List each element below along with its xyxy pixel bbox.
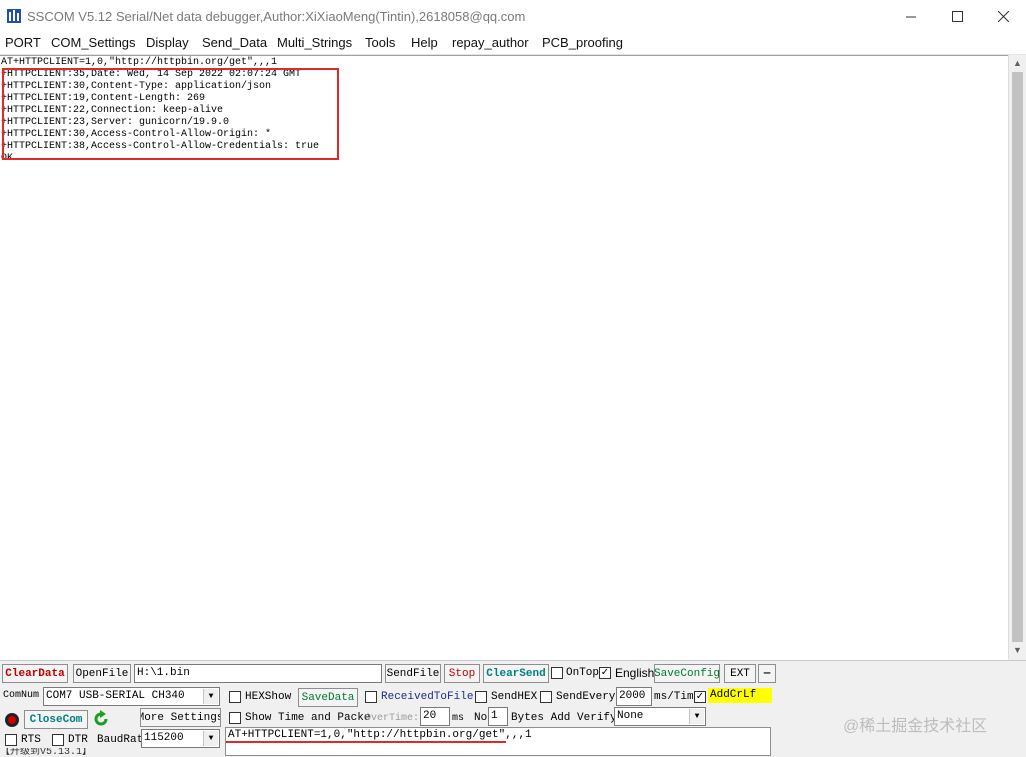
port-status-icon: [5, 713, 19, 727]
add-crlf-checkbox[interactable]: ✓: [694, 691, 706, 703]
menu-send-data[interactable]: Send_Data: [202, 35, 267, 50]
clear-send-button[interactable]: ClearSend: [483, 664, 549, 683]
on-top-checkbox[interactable]: [551, 667, 563, 679]
stop-button[interactable]: Stop: [444, 664, 480, 683]
watermark: @稀土掘金技术社区: [843, 718, 988, 735]
comnum-value: COM7 USB-SERIAL CH340: [46, 690, 185, 702]
chevron-down-icon[interactable]: ▼: [203, 731, 218, 746]
received-to-file-checkbox[interactable]: [365, 691, 377, 703]
ms-per-time-label: ms/Tim: [654, 691, 694, 703]
show-time-checkbox[interactable]: [229, 712, 241, 724]
baud-rate-value: 115200: [144, 732, 184, 744]
menu-bar: PORT COM_Settings Display Send_Data Mult…: [0, 33, 1026, 55]
send-file-button[interactable]: SendFile: [385, 664, 441, 683]
window-title: SSCOM V5.12 Serial/Net data debugger,Aut…: [27, 9, 526, 24]
send-every-label: SendEvery:: [556, 691, 623, 703]
menu-help[interactable]: Help: [411, 35, 438, 50]
hex-show-label: HEXShow: [245, 691, 292, 703]
add-crlf-label: AddCrLf: [708, 688, 772, 703]
app-icon: [7, 9, 21, 23]
menu-pcb-proofing[interactable]: PCB_proofing: [542, 35, 623, 50]
annotation-highlight-box: [2, 68, 339, 160]
close-icon: [997, 11, 1009, 22]
english-label: English: [615, 666, 655, 680]
hex-show-checkbox[interactable]: [229, 691, 241, 703]
save-config-button[interactable]: SaveConfig: [654, 664, 720, 683]
scrollbar-thumb[interactable]: [1012, 72, 1023, 642]
chevron-down-icon[interactable]: ▼: [203, 689, 218, 704]
refresh-icon[interactable]: [92, 710, 110, 728]
overtime-ms-label: ms: [452, 713, 465, 724]
maximize-button[interactable]: [934, 0, 980, 33]
scroll-up-icon[interactable]: ▲: [1013, 58, 1022, 68]
maximize-icon: [951, 11, 963, 22]
comnum-select[interactable]: COM7 USB-SERIAL CH340 ▼: [43, 687, 220, 706]
scroll-down-icon[interactable]: ▼: [1013, 645, 1022, 655]
rts-checkbox[interactable]: [5, 734, 17, 746]
terminal-scrollbar[interactable]: ▲ ▼: [1008, 55, 1026, 659]
collapse-button[interactable]: —: [758, 664, 776, 683]
overtime-label: OverTime:: [365, 713, 420, 724]
chevron-down-icon[interactable]: ▼: [689, 709, 704, 724]
no-label: No: [474, 712, 488, 724]
title-bar: SSCOM V5.12 Serial/Net data debugger,Aut…: [0, 0, 1026, 33]
menu-tools[interactable]: Tools: [365, 35, 395, 50]
minimize-icon: [905, 16, 916, 18]
received-to-file-label: ReceivedToFile: [381, 691, 474, 703]
comnum-label: ComNum: [3, 690, 40, 701]
no-input[interactable]: 1: [488, 707, 508, 726]
send-every-checkbox[interactable]: [540, 691, 552, 703]
send-hex-checkbox[interactable]: [475, 691, 487, 703]
save-data-button[interactable]: SaveData: [298, 688, 358, 707]
send-text: AT+HTTPCLIENT=1,0,"http://httpbin.org/ge…: [228, 729, 532, 741]
upgrade-status-text[interactable]: 【升级到V5.13.1】: [0, 748, 222, 756]
english-checkbox[interactable]: ✓: [599, 667, 611, 679]
annotation-underline: [226, 741, 506, 743]
send-hex-label: SendHEX: [491, 691, 538, 703]
send-every-input[interactable]: 2000: [616, 687, 652, 706]
menu-com-settings[interactable]: COM_Settings: [51, 35, 136, 50]
clear-data-button[interactable]: ClearData: [2, 664, 68, 683]
dtr-checkbox[interactable]: [52, 734, 64, 746]
close-com-button[interactable]: CloseCom: [24, 710, 88, 729]
menu-display[interactable]: Display: [146, 35, 189, 50]
dtr-label: DTR: [68, 734, 88, 746]
baud-rate-select[interactable]: 115200 ▼: [141, 729, 220, 748]
ext-button[interactable]: EXT: [724, 664, 756, 683]
menu-repay-author[interactable]: repay_author: [452, 35, 529, 50]
receive-terminal[interactable]: AT+HTTPCLIENT=1,0,"http://httpbin.org/ge…: [0, 55, 1008, 660]
more-settings-button[interactable]: More Settings: [140, 708, 221, 727]
verify-value: None: [617, 710, 644, 722]
minimize-button[interactable]: [888, 0, 934, 33]
open-file-button[interactable]: OpenFile: [73, 664, 131, 683]
verify-select[interactable]: None ▼: [614, 707, 706, 726]
show-time-label: Show Time and Packe: [245, 712, 371, 724]
menu-port[interactable]: PORT: [5, 35, 41, 50]
on-top-label: OnTop: [566, 667, 600, 679]
file-path-input[interactable]: H:\1.bin: [134, 664, 382, 683]
overtime-input[interactable]: 20: [420, 707, 450, 726]
menu-multi-strings[interactable]: Multi_Strings: [277, 35, 352, 50]
baud-rate-label: BaudRat: [97, 734, 144, 746]
close-window-button[interactable]: [980, 0, 1026, 33]
rts-label: RTS: [21, 734, 41, 746]
bytes-add-verify-label: Bytes Add Verify:: [511, 712, 624, 724]
